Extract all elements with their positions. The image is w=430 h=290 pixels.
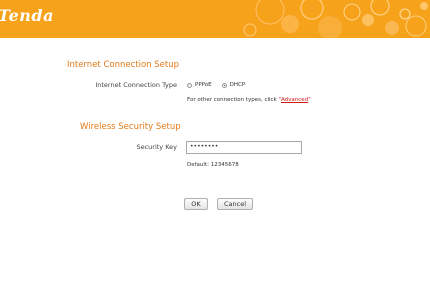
radio-pppoe[interactable]: PPPoE <box>187 82 212 88</box>
radio-dhcp-button[interactable] <box>221 82 227 88</box>
tenda-logo: Tenda <box>0 6 54 25</box>
advanced-quote-close: " <box>308 97 311 103</box>
security-key-input[interactable]: •••••••• <box>186 141 302 154</box>
header-banner: Tenda <box>0 0 430 38</box>
default-key-text: Default: 12345678 <box>187 162 239 168</box>
cancel-button[interactable]: Cancel <box>217 198 253 210</box>
advanced-hint-text: For other connection types, click <box>187 97 277 103</box>
security-key-label: Security Key <box>136 143 177 151</box>
radio-dhcp[interactable]: DHCP <box>221 82 246 88</box>
connection-type-radio-group: PPPoE DHCP <box>187 82 255 88</box>
wireless-setup-title: Wireless Security Setup <box>80 122 181 132</box>
internet-setup-title: Internet Connection Setup <box>67 60 179 70</box>
radio-pppoe-button[interactable] <box>187 82 192 88</box>
radio-dhcp-label: DHCP <box>229 82 246 88</box>
decorative-bubbles <box>243 0 428 38</box>
router-setup-page: Tenda Internet Connection Setup Internet… <box>0 0 430 290</box>
ok-button[interactable]: OK <box>184 198 208 210</box>
advanced-hint: For other connection types, click "Advan… <box>187 97 311 103</box>
radio-pppoe-label: PPPoE <box>195 82 212 88</box>
connection-type-label: Internet Connection Type <box>95 81 177 89</box>
advanced-link[interactable]: Advanced <box>281 97 308 103</box>
